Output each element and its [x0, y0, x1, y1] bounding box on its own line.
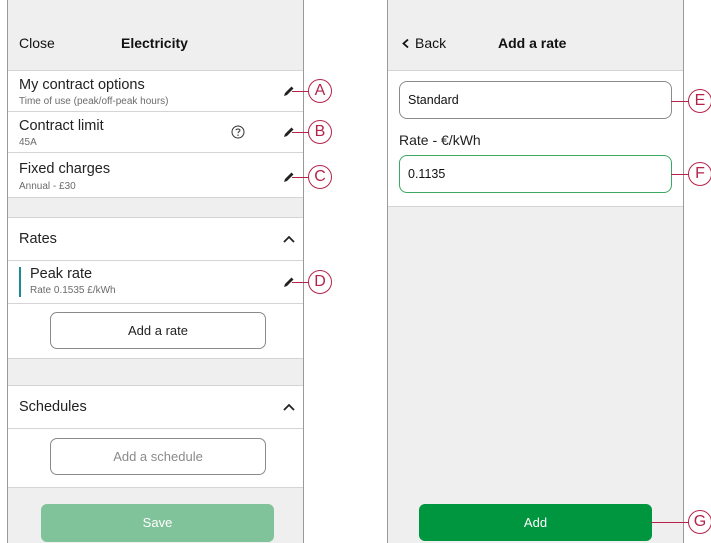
chevron-up-icon[interactable] [282, 234, 296, 244]
chevron-up-icon[interactable] [282, 402, 296, 412]
help-circle-icon[interactable] [231, 125, 245, 139]
callout-leader [671, 174, 689, 176]
callout-leader [292, 282, 309, 284]
add-rate-button[interactable]: Add a rate [50, 312, 266, 349]
back-label: Back [415, 35, 447, 51]
callout-g: G [688, 510, 711, 534]
empty-area [388, 207, 683, 543]
rate-title: Peak rate [30, 266, 93, 282]
row-subtitle: Annual - £30 [19, 181, 76, 192]
chevron-left-icon [402, 38, 409, 49]
callout-f: F [688, 162, 711, 186]
callout-leader [292, 91, 309, 93]
section-spacer [8, 198, 303, 217]
divider [388, 70, 683, 71]
rate-item-peak[interactable]: Peak rate Rate 0.1535 £/kWh [8, 261, 303, 303]
electricity-screen: Close Electricity My contract options Ti… [7, 0, 304, 543]
divider [8, 303, 303, 304]
row-subtitle: 45A [19, 137, 37, 148]
row-title: Contract limit [19, 118, 104, 134]
callout-a: A [308, 79, 332, 103]
fixed-charges-row[interactable]: Fixed charges Annual - £30 [8, 153, 303, 197]
contract-limit-row[interactable]: Contract limit 45A [8, 112, 303, 152]
add-rate-screen: Back Add a rate Standard Rate - €/kWh 0.… [387, 0, 684, 543]
rate-label: Rate - €/kWh [399, 132, 481, 148]
section-spacer [8, 359, 303, 385]
page-title: Add a rate [498, 35, 567, 51]
callout-leader [292, 177, 309, 179]
callout-e: E [688, 89, 711, 113]
row-title: Fixed charges [19, 161, 111, 177]
callout-leader [651, 522, 689, 524]
add-button[interactable]: Add [419, 504, 652, 541]
close-button[interactable]: Close [19, 35, 55, 51]
schedules-section-header[interactable]: Schedules [8, 386, 303, 428]
page-title: Electricity [121, 35, 188, 51]
rate-value-input[interactable]: 0.1135 [399, 155, 672, 193]
section-title: Rates [19, 231, 57, 247]
section-title: Schedules [19, 399, 87, 415]
callout-leader [671, 101, 689, 103]
rate-subtitle: Rate 0.1535 £/kWh [30, 285, 116, 296]
row-subtitle: Time of use (peak/off-peak hours) [19, 96, 169, 107]
save-button[interactable]: Save [41, 504, 274, 542]
callout-leader [292, 132, 309, 134]
rate-marker [19, 267, 21, 297]
contract-options-row[interactable]: My contract options Time of use (peak/of… [8, 71, 303, 111]
rates-section-header[interactable]: Rates [8, 218, 303, 260]
callout-b: B [308, 120, 332, 144]
callout-c: C [308, 165, 332, 189]
add-schedule-button[interactable]: Add a schedule [50, 438, 266, 475]
row-title: My contract options [19, 77, 145, 93]
divider [8, 428, 303, 429]
callout-d: D [308, 270, 332, 294]
rate-name-input[interactable]: Standard [399, 81, 672, 119]
